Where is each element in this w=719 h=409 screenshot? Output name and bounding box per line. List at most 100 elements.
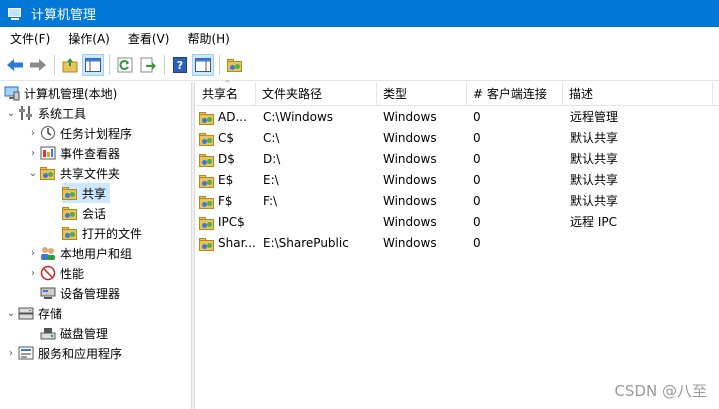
chevron-right-icon[interactable]: ›	[4, 348, 18, 359]
chevron-down-icon[interactable]: ⌄	[4, 308, 18, 319]
share-description: 默认共享	[570, 194, 619, 208]
table-row[interactable]: E$ E:\ Windows 0 默认共享	[196, 170, 719, 191]
tree-item-shared-folders[interactable]: ⌄ 共享文件夹	[26, 163, 120, 183]
back-button[interactable]	[4, 54, 26, 76]
show-hide-tree-icon	[85, 58, 101, 72]
chevron-right-icon[interactable]: ›	[26, 148, 40, 159]
tree-item-device-manager[interactable]: 设备管理器	[40, 283, 120, 303]
table-row[interactable]: IPC$ Windows 0 远程 IPC	[196, 212, 719, 233]
forward-arrow-icon	[30, 59, 46, 71]
performance-icon	[40, 265, 56, 281]
tree-item-label: 存储	[38, 306, 63, 321]
svg-text:?: ?	[177, 59, 183, 72]
tree-item-performance[interactable]: › 性能	[26, 263, 84, 283]
tree-item-services-applications[interactable]: › 服务和应用程序	[4, 343, 122, 363]
share-folder-icon	[199, 236, 215, 252]
table-row[interactable]: C$ C:\ Windows 0 默认共享	[196, 128, 719, 149]
client-connections: 0	[473, 215, 481, 229]
folder-path: E:\	[263, 173, 279, 187]
client-connections: 0	[473, 173, 481, 187]
menu-action[interactable]: 操作(A)	[58, 30, 118, 47]
folder-path: E:\SharePublic	[263, 236, 349, 250]
tree-item-task-scheduler[interactable]: › 任务计划程序	[26, 123, 132, 143]
share-folder-icon	[199, 194, 215, 210]
column-header-folder-path[interactable]: 文件夹路径	[256, 82, 377, 106]
back-arrow-icon	[7, 59, 23, 71]
share-folder-icon	[199, 152, 215, 168]
share-type: Windows	[383, 152, 437, 166]
system-tools-icon	[19, 106, 32, 120]
export-list-button[interactable]	[137, 54, 159, 76]
share-type: Windows	[383, 215, 437, 229]
show-hide-console-tree-button[interactable]	[82, 54, 104, 76]
share-name: E$	[218, 173, 234, 187]
column-header-share-name[interactable]: ^ 共享名	[196, 80, 256, 106]
tree-item-shares[interactable]: 共享	[62, 183, 111, 203]
chevron-down-icon[interactable]: ⌄	[26, 168, 40, 179]
folder-path: C:\Windows	[263, 110, 334, 124]
menu-view[interactable]: 查看(V)	[118, 30, 178, 47]
tree-item-system-tools[interactable]: ⌄ 系统工具	[4, 103, 86, 123]
share-description	[570, 233, 710, 254]
pane-splitter[interactable]	[192, 82, 195, 409]
table-row[interactable]: F$ F:\ Windows 0 默认共享	[196, 191, 719, 212]
chevron-down-icon[interactable]: ⌄	[4, 108, 18, 119]
tree-item-label: 计算机管理(本地)	[24, 86, 118, 101]
open-files-icon	[62, 225, 78, 241]
share-type: Windows	[383, 110, 437, 124]
tree-item-label: 设备管理器	[60, 286, 121, 301]
share-name: Shar...	[218, 236, 256, 250]
tree-item-disk-management[interactable]: 磁盘管理	[40, 323, 108, 343]
share-type: Windows	[383, 131, 437, 145]
new-share-button[interactable]	[224, 54, 246, 76]
share-name: F$	[218, 194, 233, 208]
toolbar-separator	[164, 55, 165, 75]
table-row[interactable]: D$ D:\ Windows 0 默认共享	[196, 149, 719, 170]
menu-file[interactable]: 文件(F)	[0, 30, 58, 47]
toolbar-separator	[219, 55, 220, 75]
table-row[interactable]: Shar... E:\SharePublic Windows 0	[196, 233, 719, 254]
tree-item-label: 服务和应用程序	[38, 346, 123, 361]
share-description: 远程管理	[570, 110, 619, 124]
refresh-button[interactable]	[114, 54, 136, 76]
share-folder-icon	[199, 173, 215, 189]
column-header-client-connections[interactable]: # 客户端连接	[467, 82, 563, 106]
help-button[interactable]: ?	[169, 54, 191, 76]
share-description: 默认共享	[570, 131, 619, 145]
chevron-right-icon[interactable]: ›	[26, 128, 40, 139]
menu-help[interactable]: 帮助(H)	[177, 30, 237, 47]
column-header-description[interactable]: 描述	[563, 82, 713, 106]
watermark: CSDN @八至	[614, 382, 707, 400]
share-description: 远程 IPC	[570, 215, 617, 229]
show-hide-action-pane-button[interactable]	[192, 54, 214, 76]
disk-management-icon	[40, 328, 56, 340]
export-list-icon	[140, 57, 156, 73]
shares-icon	[62, 185, 78, 201]
tree-item-computer-management[interactable]: 计算机管理(本地)	[4, 83, 117, 103]
up-one-level-button[interactable]	[59, 54, 81, 76]
title-bar: 计算机管理	[0, 0, 719, 27]
chevron-right-icon[interactable]: ›	[26, 248, 40, 259]
tree-item-open-files[interactable]: 打开的文件	[62, 223, 142, 243]
table-row[interactable]: AD... C:\Windows Windows 0 远程管理	[196, 107, 719, 128]
share-description: 默认共享	[570, 152, 619, 166]
tree-item-label: 共享文件夹	[60, 166, 121, 181]
tree-item-event-viewer[interactable]: › 事件查看器	[26, 143, 120, 163]
list-header: ^ 共享名 文件夹路径 类型 # 客户端连接 描述	[196, 80, 719, 106]
tree-item-label: 任务计划程序	[60, 126, 133, 141]
tree-item-label: 会话	[82, 206, 107, 221]
tree-item-label: 共享	[82, 186, 107, 201]
tree-item-local-users-groups[interactable]: › 本地用户和组	[26, 243, 132, 263]
folder-path: D:\	[263, 152, 281, 166]
toolbar-separator	[109, 55, 110, 75]
share-type: Windows	[383, 173, 437, 187]
column-header-type[interactable]: 类型	[377, 82, 467, 106]
forward-button[interactable]	[27, 54, 49, 76]
client-connections: 0	[473, 152, 481, 166]
tree-item-sessions[interactable]: 会话	[62, 203, 106, 223]
computer-management-icon	[4, 86, 20, 101]
tree-item-label: 系统工具	[38, 106, 87, 121]
folder-path: F:\	[263, 194, 278, 208]
tree-item-storage[interactable]: ⌄ 存储	[4, 303, 62, 323]
chevron-right-icon[interactable]: ›	[26, 268, 40, 279]
